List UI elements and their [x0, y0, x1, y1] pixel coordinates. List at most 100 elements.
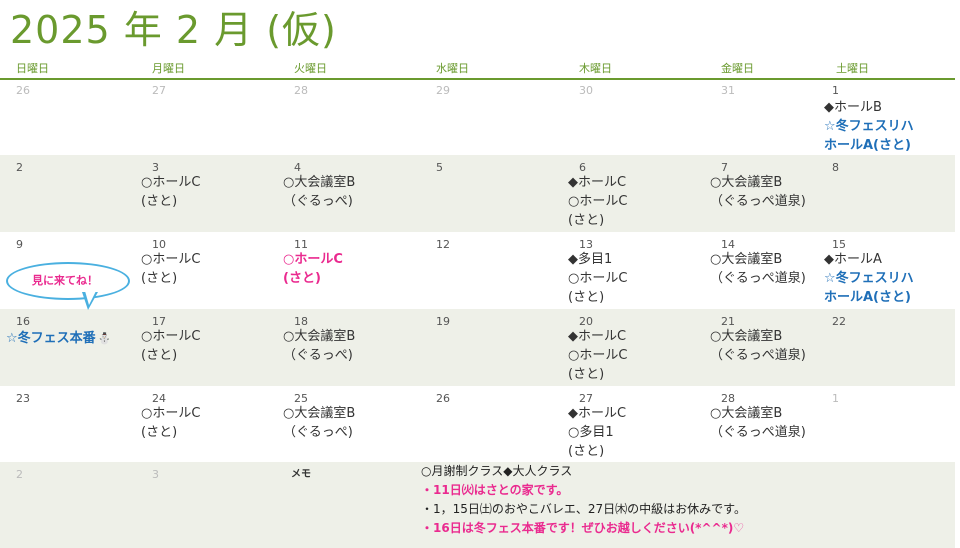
day-cell[interactable]: 26	[420, 386, 563, 462]
day-cell[interactable]: 25 ○大会議室B （ぐるっぺ)	[278, 386, 420, 462]
event-line: (さと)	[141, 425, 178, 440]
day-number: 26	[436, 392, 450, 405]
memo-line: ・11日㈫はさとの家です。	[421, 483, 569, 497]
day-number: 1	[832, 84, 839, 97]
event-line: ○ホールC	[283, 252, 343, 267]
day-events: ○ホールC (さと)	[141, 404, 200, 442]
day-events: ○大会議室B （ぐるっぺ)	[283, 404, 355, 442]
day-cell[interactable]: 1 ◆ホールB ☆冬フェスリハ ホールA(さと)	[820, 78, 955, 155]
day-number: 9	[16, 238, 23, 251]
day-cell[interactable]: 20 ◆ホールC ○ホールC (さと)	[563, 309, 705, 386]
event-line: ホールA(さと)	[824, 138, 911, 153]
day-cell[interactable]: 27	[136, 78, 278, 155]
day-cell[interactable]: 3	[136, 462, 278, 548]
day-number: 30	[579, 84, 593, 97]
day-cell[interactable]: 18 ○大会議室B （ぐるっぺ)	[278, 309, 420, 386]
day-cell[interactable]: 28 ○大会議室B （ぐるっぺ道泉)	[705, 386, 820, 462]
day-cell[interactable]: 16 ☆冬フェス本番 ⛄	[0, 309, 136, 386]
event-line: ○大会議室B	[710, 329, 783, 344]
day-cell[interactable]: 24 ○ホールC (さと)	[136, 386, 278, 462]
day-cell[interactable]: 1	[820, 386, 955, 462]
event-line: ◆ホールC	[568, 175, 627, 190]
day-cell[interactable]: 10 ○ホールC (さと)	[136, 232, 278, 309]
event-line: （ぐるっぺ道泉)	[710, 425, 806, 440]
day-cell[interactable]: 2	[0, 462, 136, 548]
event-line: ◆ホールB	[824, 100, 882, 115]
memo-line: ・1，15日㈯のおやこバレエ、27日㈭の中級はお休みです。	[421, 502, 746, 516]
weekday-1: 月曜日	[152, 62, 185, 75]
event-line: ○ホールC	[141, 252, 201, 267]
day-events: ○ホールC (さと)	[283, 250, 343, 288]
day-number: 29	[436, 84, 450, 97]
day-cell[interactable]: 4 ○大会議室B （ぐるっぺ)	[278, 155, 420, 232]
event-line: （ぐるっぺ道泉)	[710, 194, 806, 209]
day-events: ○大会議室B （ぐるっぺ道泉)	[710, 404, 806, 442]
event-line: ○大会議室B	[710, 175, 783, 190]
event-line: ○ホールC	[141, 175, 201, 190]
day-cell[interactable]: 13 ◆多目1 ○ホールC (さと)	[563, 232, 705, 309]
day-cell[interactable]: 12	[420, 232, 563, 309]
day-number: 8	[832, 161, 839, 174]
day-cell[interactable]: 5	[420, 155, 563, 232]
day-number: 1	[832, 392, 839, 405]
event-line: ◆ホールA	[824, 252, 882, 267]
day-cell[interactable]: 17 ○ホールC (さと)	[136, 309, 278, 386]
event-line: ○大会議室B	[283, 329, 356, 344]
day-number: 12	[436, 238, 450, 251]
week-row: 26 27 28 29 30 31 1 ◆ホールB ☆冬フェスリハ ホールA(さと)	[0, 78, 955, 155]
memo-label: メモ	[291, 469, 311, 480]
day-number: 27	[152, 84, 166, 97]
day-events: ◆ホールC ○多目1 (さと)	[568, 404, 626, 461]
memo-line: ・16日は冬フェス本番です！ぜひお越しください(*^^*)♡	[421, 521, 745, 535]
event-line: (さと)	[568, 367, 605, 382]
event-line: ◆ホールC	[568, 406, 627, 421]
event-line: ○大会議室B	[283, 175, 356, 190]
day-cell[interactable]: 31	[705, 78, 820, 155]
day-cell[interactable]: 6 ◆ホールC ○ホールC (さと)	[563, 155, 705, 232]
day-cell[interactable]: 7 ○大会議室B （ぐるっぺ道泉)	[705, 155, 820, 232]
day-events: ◆ホールC ○ホールC (さと)	[568, 173, 627, 230]
event-line: ○ホールC	[568, 348, 628, 363]
event-line: ○ホールC	[141, 329, 201, 344]
day-number: 3	[152, 468, 159, 481]
day-cell[interactable]: 8	[820, 155, 955, 232]
event-line: （ぐるっぺ)	[283, 348, 353, 363]
day-cell[interactable]: 27 ◆ホールC ○多目1 (さと)	[563, 386, 705, 462]
day-cell[interactable]: 29	[420, 78, 563, 155]
day-number: 2	[16, 161, 23, 174]
day-cell[interactable]: 11 ○ホールC (さと)	[278, 232, 420, 309]
day-events: ○大会議室B （ぐるっぺ)	[283, 173, 355, 211]
day-number: 31	[721, 84, 735, 97]
day-events: ◆ホールC ○ホールC (さと)	[568, 327, 627, 384]
event-line: ○大会議室B	[710, 406, 783, 421]
event-line: （ぐるっぺ)	[283, 194, 353, 209]
day-cell[interactable]: 14 ○大会議室B （ぐるっぺ道泉)	[705, 232, 820, 309]
memo-notes: ○月謝制クラス◆大人クラス ・11日㈫はさとの家です。 ・1，15日㈯のおやこバレエ…	[421, 462, 746, 538]
day-cell[interactable]: 30	[563, 78, 705, 155]
calendar-title: 2025 年 2 月 (仮)	[10, 8, 337, 52]
event-line: （ぐるっぺ道泉)	[710, 348, 806, 363]
weekday-6: 土曜日	[836, 62, 869, 75]
day-cell[interactable]: 26	[0, 78, 136, 155]
day-cell[interactable]: 15 ◆ホールA ☆冬フェスリハ ホールA(さと)	[820, 232, 955, 309]
day-cell[interactable]: 3 ○ホールC (さと)	[136, 155, 278, 232]
event-line: ○ホールC	[568, 271, 628, 286]
event-line: (さと)	[141, 194, 178, 209]
day-cell[interactable]: 2	[0, 155, 136, 232]
day-number: 28	[294, 84, 308, 97]
day-cell[interactable]: 19	[420, 309, 563, 386]
event-line: (さと)	[141, 271, 178, 286]
event-line: ○ホールC	[141, 406, 201, 421]
day-events: ○大会議室B （ぐるっぺ道泉)	[710, 327, 806, 365]
event-line: ○大会議室B	[710, 252, 783, 267]
day-cell[interactable]: 28	[278, 78, 420, 155]
event-line: （ぐるっぺ道泉)	[710, 271, 806, 286]
day-cell[interactable]: 22	[820, 309, 955, 386]
day-events: ○ホールC (さと)	[141, 327, 200, 365]
day-cell[interactable]: 21 ○大会議室B （ぐるっぺ道泉)	[705, 309, 820, 386]
day-number: 5	[436, 161, 443, 174]
event-line: ○多目1	[568, 425, 614, 440]
day-events: ◆多目1 ○ホールC (さと)	[568, 250, 627, 307]
day-cell[interactable]: 23	[0, 386, 136, 462]
event-line: ☆冬フェスリハ	[824, 271, 914, 286]
